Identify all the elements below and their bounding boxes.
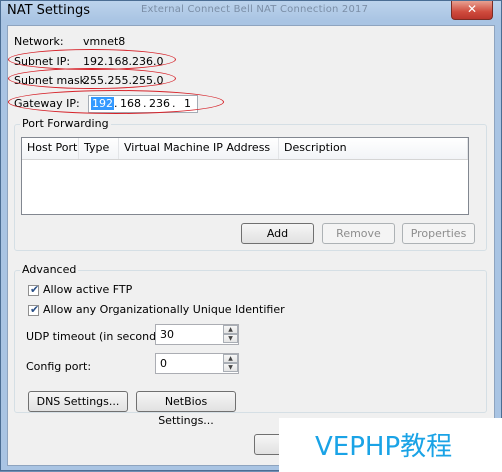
remove-button[interactable]: Remove bbox=[322, 223, 395, 244]
add-button[interactable]: Add bbox=[241, 223, 314, 244]
column-vm-ip-address[interactable]: Virtual Machine IP Address bbox=[119, 138, 279, 159]
allow-oui-label[interactable]: Allow any Organizationally Unique Identi… bbox=[43, 303, 285, 316]
column-type[interactable]: Type bbox=[79, 138, 119, 159]
config-port-spinner[interactable]: 0 ▲ ▼ bbox=[155, 353, 239, 374]
watermark-text: VEPHP教程 bbox=[315, 432, 453, 462]
udp-timeout-label: UDP timeout (in seconds): bbox=[26, 330, 170, 343]
close-button[interactable]: ✕ bbox=[451, 1, 493, 20]
spin-up-icon[interactable]: ▲ bbox=[223, 354, 238, 363]
window-title: NAT Settings bbox=[7, 3, 91, 18]
column-description[interactable]: Description bbox=[279, 138, 468, 159]
allow-oui-checkbox[interactable]: ✔ bbox=[28, 303, 40, 316]
allow-active-ftp-label[interactable]: Allow active FTP bbox=[43, 283, 132, 296]
nat-settings-window: NAT Settings External Connect Bell NAT C… bbox=[0, 0, 502, 472]
spin-down-icon[interactable]: ▼ bbox=[223, 363, 238, 372]
udp-timeout-spin-buttons: ▲ ▼ bbox=[223, 325, 238, 344]
properties-button[interactable]: Properties bbox=[402, 223, 475, 244]
udp-timeout-spinner[interactable]: 30 ▲ ▼ bbox=[155, 324, 239, 345]
check-icon: ✔ bbox=[30, 303, 40, 316]
network-label: Network: bbox=[14, 35, 64, 48]
annotation-circle-gateway-ip bbox=[8, 90, 224, 114]
advanced-title: Advanced bbox=[20, 263, 79, 276]
column-host-port[interactable]: Host Port bbox=[22, 138, 79, 159]
annotation-circle-subnet-ip bbox=[8, 49, 176, 70]
watermark: VEPHP教程 bbox=[279, 418, 502, 472]
close-icon: ✕ bbox=[466, 2, 478, 16]
check-icon: ✔ bbox=[30, 283, 40, 296]
port-forwarding-title: Port Forwarding bbox=[20, 117, 111, 130]
dialog-body: Network: vmnet8 Subnet IP: 192.168.236.0… bbox=[7, 25, 495, 466]
netbios-settings-button[interactable]: NetBios Settings... bbox=[136, 391, 236, 427]
port-forwarding-list[interactable]: Host Port Type Virtual Machine IP Addres… bbox=[21, 137, 469, 215]
spin-up-icon[interactable]: ▲ bbox=[223, 325, 238, 334]
dns-settings-button[interactable]: DNS Settings... bbox=[28, 391, 128, 412]
config-port-spin-buttons: ▲ ▼ bbox=[223, 354, 238, 373]
config-port-label: Config port: bbox=[26, 360, 92, 373]
allow-active-ftp-checkbox[interactable]: ✔ bbox=[28, 283, 40, 296]
title-bar[interactable]: NAT Settings External Connect Bell NAT C… bbox=[1, 1, 501, 23]
udp-timeout-value[interactable]: 30 bbox=[160, 328, 174, 341]
network-value: vmnet8 bbox=[83, 35, 126, 48]
background-taskbar-text: External Connect Bell NAT Connection 201… bbox=[141, 4, 369, 15]
port-forwarding-header: Host Port Type Virtual Machine IP Addres… bbox=[22, 138, 468, 160]
annotation-circle-subnet-mask bbox=[8, 68, 176, 89]
spin-down-icon[interactable]: ▼ bbox=[223, 334, 238, 343]
config-port-value[interactable]: 0 bbox=[160, 357, 167, 370]
